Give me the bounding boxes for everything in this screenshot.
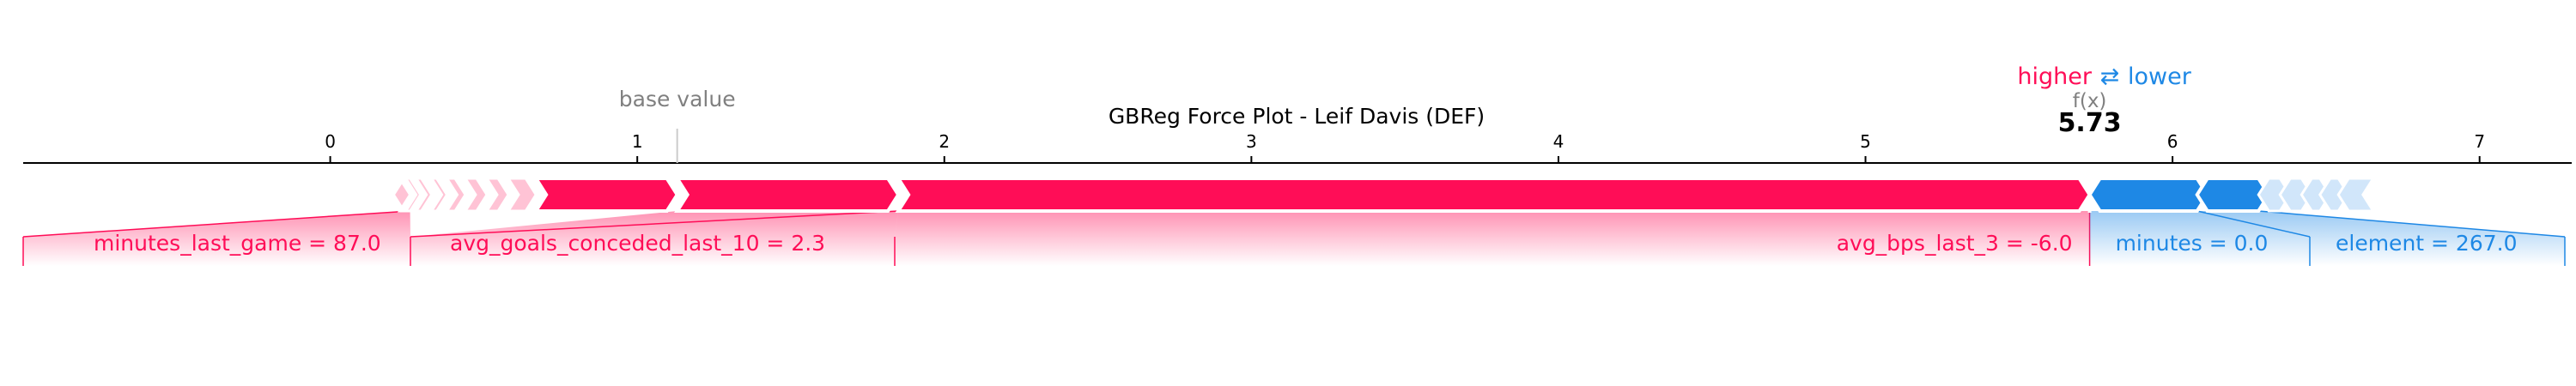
positive-feature-label: avg_goals_conceded_last_10 = 2.3 — [410, 210, 899, 266]
positive-feature-text: avg_bps_last_3 = -6.0 — [1837, 231, 2073, 256]
legend-higher: higher — [2017, 63, 2092, 90]
positive-segment — [506, 177, 538, 213]
positive-segment — [484, 177, 510, 213]
x-tick-label: 6 — [2167, 131, 2178, 152]
force-plot-chart: higher ⇄ lower base value f(x) GBReg For… — [22, 63, 2572, 266]
negative-segment — [2336, 177, 2376, 213]
positive-segment — [674, 177, 901, 213]
force-bars — [392, 177, 2376, 213]
positive-segment — [428, 177, 449, 213]
negative-segment — [2087, 177, 2210, 213]
positive-segment — [895, 177, 2092, 213]
legend-lower: lower — [2128, 63, 2192, 90]
negative-feature-text: element = 267.0 — [2336, 231, 2518, 256]
positive-segment — [463, 177, 489, 213]
x-tick-label: 1 — [632, 131, 643, 152]
x-tick-label: 5 — [1860, 131, 1871, 152]
legend-arrows-icon: ⇄ — [2100, 63, 2120, 90]
positive-feature-text: minutes_last_game = 87.0 — [94, 231, 381, 256]
feature-labels: minutes_last_game = 87.0 avg_goals_conced… — [22, 210, 2566, 266]
positive-segment — [444, 177, 467, 213]
force-plot-stage: higher ⇄ lower base value f(x) GBReg For… — [0, 0, 2576, 386]
positive-segment — [532, 177, 680, 213]
x-tick-label: 4 — [1553, 131, 1564, 152]
x-axis: 0 1 2 3 4 5 6 7 — [23, 129, 2572, 164]
base-value-label: base value — [619, 87, 736, 112]
positive-feature-label: avg_bps_last_3 = -6.0 — [894, 211, 2091, 266]
positive-feature-label: minutes_last_game = 87.0 — [22, 210, 410, 266]
chart-title: GBReg Force Plot - Leif Davis (DEF) — [1109, 104, 1485, 129]
x-tick-label: 3 — [1246, 131, 1257, 152]
x-tick-label: 0 — [325, 131, 336, 152]
positive-feature-text: avg_goals_conceded_last_10 = 2.3 — [450, 231, 825, 256]
fx-value: 5.73 — [2058, 108, 2122, 138]
x-tick-label: 2 — [939, 131, 950, 152]
x-tick-label: 7 — [2474, 131, 2485, 152]
negative-feature-text: minutes = 0.0 — [2116, 231, 2269, 256]
